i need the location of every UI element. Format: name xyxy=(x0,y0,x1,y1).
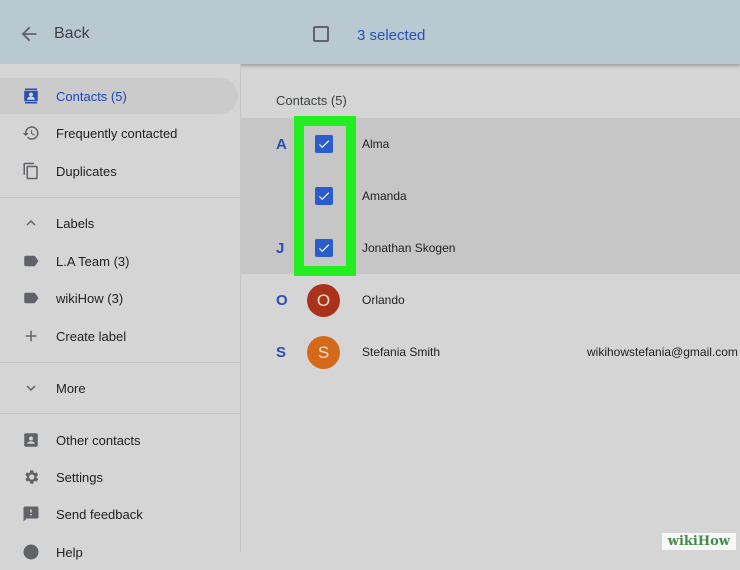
sidebar-item-label: Other contacts xyxy=(56,432,141,448)
sidebar-item-label: More xyxy=(56,380,86,396)
sidebar-item-other-contacts[interactable]: Other contacts xyxy=(0,422,240,458)
sidebar-item-settings[interactable]: Settings xyxy=(0,459,240,495)
sidebar-item-label: wikiHow (3) xyxy=(56,290,124,306)
contact-name: Orlando xyxy=(362,293,405,307)
contact-row[interactable]: A Alma xyxy=(241,118,740,170)
index-letter: A xyxy=(276,136,287,153)
sidebar-item-label: Help xyxy=(56,544,83,560)
sidebar-item-create-label[interactable]: Create label xyxy=(0,318,240,354)
avatar[interactable]: S xyxy=(307,336,340,369)
contact-name: Jonathan Skogen xyxy=(362,241,456,255)
back-button[interactable]: Back xyxy=(18,20,90,48)
sidebar-item-label: Send feedback xyxy=(56,506,143,522)
index-letter: O xyxy=(276,292,288,309)
checkmark-icon xyxy=(318,140,330,149)
sidebar-item-send-feedback[interactable]: Send feedback xyxy=(0,496,240,532)
divider xyxy=(0,413,240,414)
index-letter: S xyxy=(276,344,287,361)
contact-row[interactable]: J Jonathan Skogen xyxy=(241,222,740,274)
divider xyxy=(0,362,240,363)
back-label: Back xyxy=(54,25,90,42)
sidebar-item-duplicates[interactable]: Duplicates xyxy=(0,153,240,189)
contact-name: Stefania Smith xyxy=(362,345,441,359)
chevron-up-icon xyxy=(26,220,36,226)
plus-icon xyxy=(25,330,37,342)
top-app-bar: Back 3 selected xyxy=(0,0,740,64)
sidebar-item-contacts[interactable]: Contacts (5) xyxy=(0,78,238,114)
contact-row[interactable]: O O Orlando xyxy=(241,274,740,326)
sidebar-item-label: Duplicates xyxy=(56,163,117,179)
contacts-icon xyxy=(24,88,38,104)
contact-row[interactable]: S S Stefania Smith wikihowstefania@gmail… xyxy=(241,326,740,378)
arrow-back-icon xyxy=(21,26,37,42)
selected-count: 3 selected xyxy=(357,27,426,44)
divider xyxy=(0,197,240,198)
index-letter: J xyxy=(276,240,285,257)
sidebar-item-label: Contacts (5) xyxy=(56,88,127,104)
sidebar-item-help[interactable]: Help xyxy=(0,534,240,570)
feedback-icon xyxy=(23,506,39,522)
gear-icon xyxy=(25,470,39,484)
sidebar-item-label: Labels xyxy=(56,215,95,231)
select-all-checkbox[interactable] xyxy=(313,26,329,42)
contact-name: Alma xyxy=(362,137,390,151)
sidebar-item-label: Frequently contacted xyxy=(56,125,178,141)
label-icon xyxy=(24,255,39,267)
contact-checkbox[interactable] xyxy=(315,239,333,257)
help-icon xyxy=(23,544,39,560)
contact-checkbox[interactable] xyxy=(315,187,333,205)
sidebar: Contacts (5) Frequently contacted Duplic… xyxy=(0,64,241,560)
sidebar-item-frequently-contacted[interactable]: Frequently contacted xyxy=(0,115,240,151)
sidebar-item-label: Settings xyxy=(56,469,103,485)
duplicates-icon xyxy=(23,162,38,180)
avatar[interactable]: O xyxy=(307,284,340,317)
list-title: Contacts (5) xyxy=(276,93,347,108)
contact-email: wikihowstefania@gmail.com xyxy=(587,345,738,359)
sidebar-item-wikihow[interactable]: wikiHow (3) xyxy=(0,280,240,316)
contact-checkbox[interactable] xyxy=(315,135,333,153)
sidebar-item-labels[interactable]: Labels xyxy=(0,205,240,241)
contacts-list-panel: Contacts (5) A Alma Amanda J Jonathan Sk… xyxy=(241,64,740,552)
checkmark-icon xyxy=(318,192,330,201)
other-contacts-icon xyxy=(24,433,38,447)
contact-name: Amanda xyxy=(362,189,407,203)
label-icon xyxy=(24,292,39,304)
sidebar-item-more[interactable]: More xyxy=(0,370,240,406)
sidebar-item-la-team[interactable]: L.A Team (3) xyxy=(0,243,240,279)
sidebar-item-label: L.A Team (3) xyxy=(56,253,130,269)
watermark-logo: wikiHow xyxy=(661,533,736,550)
sidebar-item-label: Create label xyxy=(56,328,127,344)
history-icon xyxy=(22,126,39,140)
checkmark-icon xyxy=(318,244,330,253)
chevron-down-icon xyxy=(26,385,36,391)
contact-row[interactable]: Amanda xyxy=(241,170,740,222)
